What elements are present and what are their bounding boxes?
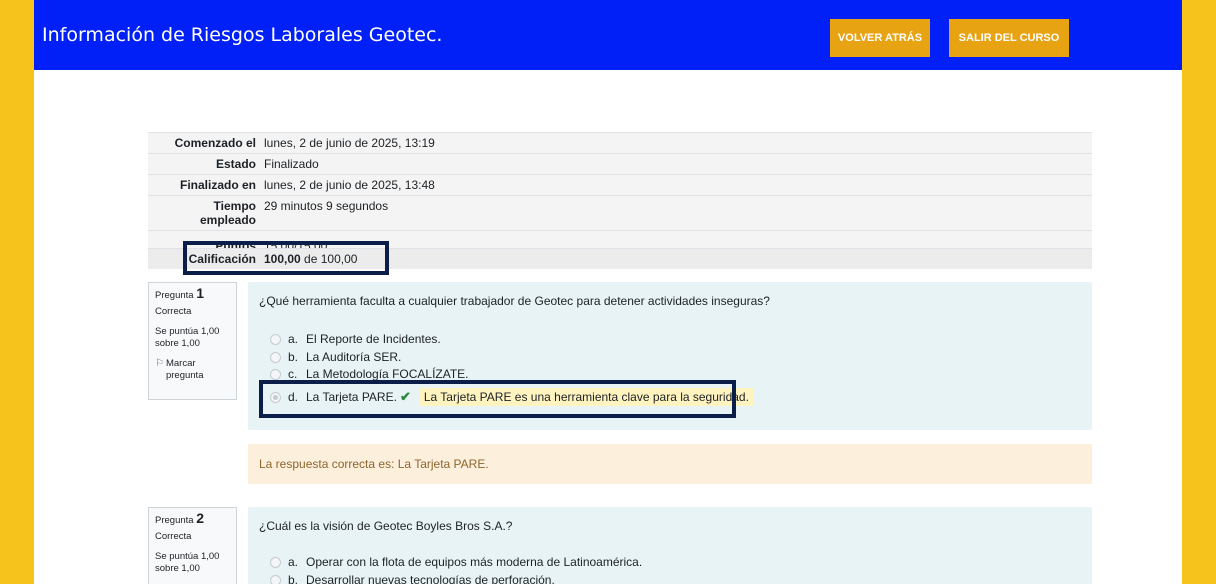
back-button[interactable]: VOLVER ATRÁS	[830, 19, 930, 57]
question-2-content: ¿Cuál es la visión de Geotec Boyles Bros…	[248, 507, 1092, 584]
question-grade: Se puntúa 1,00 sobre 1,00	[155, 326, 220, 349]
radio-button[interactable]	[270, 351, 281, 363]
question-grade: Se puntúa 1,00 sobre 1,00	[155, 551, 220, 574]
correct-check-icon: ✔	[399, 389, 411, 404]
answer-feedback: La Tarjeta PARE es una herramienta clave…	[418, 388, 754, 406]
top-navbar: Información de Riesgos Laborales Geotec.…	[34, 0, 1182, 70]
radio-button[interactable]	[270, 333, 281, 345]
question-1-content: ¿Qué herramienta faculta a cualquier tra…	[248, 282, 1092, 430]
question-2-info: Pregunta 2 Correcta Se puntúa 1,00 sobre…	[148, 507, 237, 584]
summary-row-started: Comenzado el lunes, 2 de junio de 2025, …	[148, 132, 1092, 153]
answer-list: a. Operar con la flota de equipos más mo…	[270, 553, 642, 584]
summary-row-points: Puntos 15,00/15,00	[148, 230, 1092, 248]
exit-course-button[interactable]: SALIR DEL CURSO	[949, 19, 1069, 57]
answer-option[interactable]: c. La Metodología FOCALÍZATE.	[270, 366, 754, 382]
radio-button-checked[interactable]	[270, 391, 281, 403]
question-1-info: Pregunta 1 Correcta Se puntúa 1,00 sobre…	[148, 282, 237, 400]
course-title: Información de Riesgos Laborales Geotec.	[42, 24, 443, 46]
summary-row-finished: Finalizado en lunes, 2 de junio de 2025,…	[148, 174, 1092, 195]
correct-answer-notice: La respuesta correcta es: La Tarjeta PAR…	[248, 444, 1092, 484]
radio-button[interactable]	[270, 556, 281, 568]
answer-option[interactable]: b. Desarrollar nuevas tecnologías de per…	[270, 571, 642, 584]
radio-button[interactable]	[270, 368, 281, 380]
flag-icon: ⚐	[155, 358, 164, 369]
summary-row-time: Tiempo empleado 29 minutos 9 segundos	[148, 195, 1092, 230]
question-state: Correcta	[155, 306, 192, 317]
answer-option[interactable]: b. La Auditoría SER.	[270, 348, 754, 366]
answer-list: a. El Reporte de Incidentes. b. La Audit…	[270, 330, 754, 406]
summary-row-grade: Calificación 100,00 de 100,00	[148, 248, 1092, 269]
summary-row-state: Estado Finalizado	[148, 153, 1092, 174]
page-frame: Información de Riesgos Laborales Geotec.…	[34, 0, 1182, 584]
question-state: Correcta	[155, 531, 192, 542]
flag-question-link[interactable]: ⚐ Marcar pregunta	[155, 358, 230, 382]
answer-option[interactable]: a. El Reporte de Incidentes.	[270, 330, 754, 348]
attempt-summary-table: Comenzado el lunes, 2 de junio de 2025, …	[148, 132, 1092, 269]
question-text: ¿Cuál es la visión de Geotec Boyles Bros…	[259, 519, 513, 533]
answer-option-selected[interactable]: d. La Tarjeta PARE. ✔ La Tarjeta PARE es…	[270, 388, 754, 406]
question-text: ¿Qué herramienta faculta a cualquier tra…	[259, 294, 770, 308]
answer-option[interactable]: a. Operar con la flota de equipos más mo…	[270, 553, 642, 571]
radio-button[interactable]	[270, 574, 281, 584]
